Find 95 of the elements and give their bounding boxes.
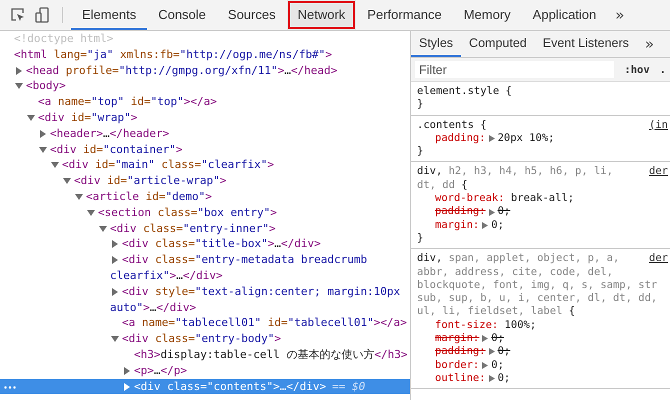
selector-text: { xyxy=(505,85,512,97)
selector-text: { xyxy=(461,178,468,191)
property-name[interactable]: padding: xyxy=(435,345,486,359)
sidebar-tab[interactable]: Event Listeners xyxy=(534,31,637,57)
sidebar-tab[interactable]: Computed xyxy=(461,31,535,57)
property-name[interactable]: padding: xyxy=(435,205,486,219)
property-name[interactable]: font-size: xyxy=(435,318,498,332)
property-value[interactable]: 0; xyxy=(491,218,504,232)
dom-node-line[interactable]: <a name="top" id="top"></a> xyxy=(0,94,410,110)
panel-tab[interactable]: Sources xyxy=(216,0,287,30)
selector-text: { xyxy=(568,305,576,318)
property-value[interactable]: break-all; xyxy=(510,192,574,206)
selector-text: .contents xyxy=(417,118,474,131)
dom-node-line[interactable]: <body> xyxy=(0,78,410,94)
collapsed-triangle-icon[interactable] xyxy=(111,240,119,248)
expand-triangle-icon[interactable] xyxy=(488,208,495,216)
property-name[interactable]: padding: xyxy=(435,132,486,146)
property-value[interactable]: 0; xyxy=(498,372,510,386)
dom-node-line[interactable]: <h3>display:table-cell の基本的な使い方</h3> xyxy=(0,346,410,363)
dom-node-line[interactable]: <div id="main" class="clearfix"> xyxy=(0,157,410,174)
dom-node-line[interactable]: <p>…</p> xyxy=(0,362,410,379)
dom-node-line[interactable]: <html lang="ja" xmlns:fb="http://ogp.me/ns/fb#"> xyxy=(0,46,410,63)
dom-node-line[interactable]: <div id="article-wrap"> xyxy=(0,173,410,189)
dom-node-line[interactable]: <section class="box entry"> xyxy=(0,204,410,221)
expanded-triangle-icon[interactable] xyxy=(15,82,23,90)
closing-brace: } xyxy=(417,98,424,112)
property-name[interactable]: margin: xyxy=(435,332,480,346)
expanded-triangle-icon[interactable] xyxy=(99,224,107,233)
collapsed-triangle-icon[interactable] xyxy=(111,256,119,264)
selector-text: sub, sup, b, u, i, center, dl, dt, dd, xyxy=(417,292,658,304)
selector-text: div, xyxy=(417,165,442,178)
expanded-triangle-icon[interactable] xyxy=(63,177,71,186)
panel-tab[interactable]: Network xyxy=(286,0,356,30)
expand-triangle-icon[interactable] xyxy=(488,375,495,382)
more-tabs-button[interactable]: » xyxy=(607,0,632,30)
panel-tab[interactable]: Performance xyxy=(356,0,453,30)
dom-node-line[interactable]: <div id="container"> xyxy=(0,142,410,158)
expand-triangle-icon[interactable] xyxy=(488,135,495,142)
selector-text: ul, li, fieldset, label xyxy=(417,305,562,318)
toggle-button[interactable]: :hov xyxy=(614,64,650,76)
dom-node-line[interactable]: <a name="tablecell01" id="tablecell01"></a> xyxy=(0,315,410,332)
selector-text: abbr, address, cite, code, del, xyxy=(417,266,613,278)
toggle-button[interactable]: . xyxy=(650,64,666,76)
collapsed-triangle-icon[interactable] xyxy=(123,366,131,375)
dom-node-line[interactable]: <article id="demo"> xyxy=(0,188,410,205)
selector-text: { xyxy=(480,118,487,131)
panel-tab[interactable]: Console xyxy=(147,0,217,30)
property-value[interactable]: 20px 10%; xyxy=(498,132,554,146)
selector-text: element.style xyxy=(417,85,500,97)
dom-node-line[interactable]: <div class="entry-metadata breadcrumb clearfix">…</div> xyxy=(0,252,410,284)
selector-text: span, applet, object, p, a, xyxy=(448,252,620,264)
collapsed-triangle-icon[interactable] xyxy=(39,130,47,138)
selector-text: dt, dd xyxy=(417,178,455,191)
expand-triangle-icon[interactable] xyxy=(482,335,488,342)
expanded-triangle-icon[interactable] xyxy=(27,114,35,122)
expanded-triangle-icon[interactable] xyxy=(51,161,59,170)
panel-tab[interactable]: Elements xyxy=(71,0,148,30)
expanded-triangle-icon[interactable] xyxy=(111,335,119,344)
panel-tab[interactable]: Memory xyxy=(452,0,522,30)
panel-tab[interactable]: Application xyxy=(522,0,608,30)
collapsed-triangle-icon[interactable] xyxy=(15,66,23,75)
expanded-triangle-icon[interactable] xyxy=(75,192,83,201)
expand-triangle-icon[interactable] xyxy=(482,222,488,229)
device-toolbar-icon[interactable] xyxy=(34,7,50,23)
dom-node-line[interactable]: <header>…</header> xyxy=(0,126,410,142)
property-value[interactable]: 100%; xyxy=(504,318,536,332)
property-value[interactable]: 0; xyxy=(491,332,504,346)
property-name[interactable]: word-break: xyxy=(435,192,505,206)
property-name[interactable]: border: xyxy=(435,358,480,372)
dom-node-line[interactable]: <div class="title-box">…</div> xyxy=(0,236,410,252)
expand-triangle-icon[interactable] xyxy=(482,362,488,369)
dom-node-line[interactable]: <div id="wrap"> xyxy=(0,110,410,126)
expanded-triangle-icon[interactable] xyxy=(39,146,47,154)
more-tabs-button[interactable]: » xyxy=(636,31,662,57)
dom-node-line[interactable]: <div class="entry-body"> xyxy=(0,331,410,347)
selector-text: h2, h3, h4, h5, h6, p, li, xyxy=(448,165,613,178)
property-value[interactable]: 0; xyxy=(498,345,510,359)
closing-brace: } xyxy=(417,232,424,246)
property-name[interactable]: margin: xyxy=(435,218,480,232)
expand-triangle-icon[interactable] xyxy=(488,348,495,356)
property-name[interactable]: outline: xyxy=(435,372,486,386)
filter-field[interactable]: Filter xyxy=(415,61,614,78)
selector-text: blockquote, font, img, q, s, samp, str xyxy=(417,278,658,291)
dom-node-line[interactable]: <head profile="http://gmpg.org/xfn/11">…</head> xyxy=(0,62,410,78)
closing-brace: } xyxy=(417,145,424,158)
expanded-triangle-icon[interactable] xyxy=(87,208,95,217)
dom-node-line[interactable]: <div class="entry-inner"> xyxy=(0,220,410,236)
collapsed-triangle-icon[interactable] xyxy=(111,288,119,296)
selector-text: div, xyxy=(417,252,442,264)
inspect-element-icon[interactable] xyxy=(10,7,26,23)
collapsed-triangle-icon[interactable] xyxy=(123,382,131,391)
more-icon[interactable] xyxy=(4,386,16,389)
property-value[interactable]: 0; xyxy=(491,358,504,372)
property-value[interactable]: 0; xyxy=(498,205,510,219)
dom-node-line[interactable]: <div style="text-align:center; margin:10px auto">…</div> xyxy=(0,284,410,316)
